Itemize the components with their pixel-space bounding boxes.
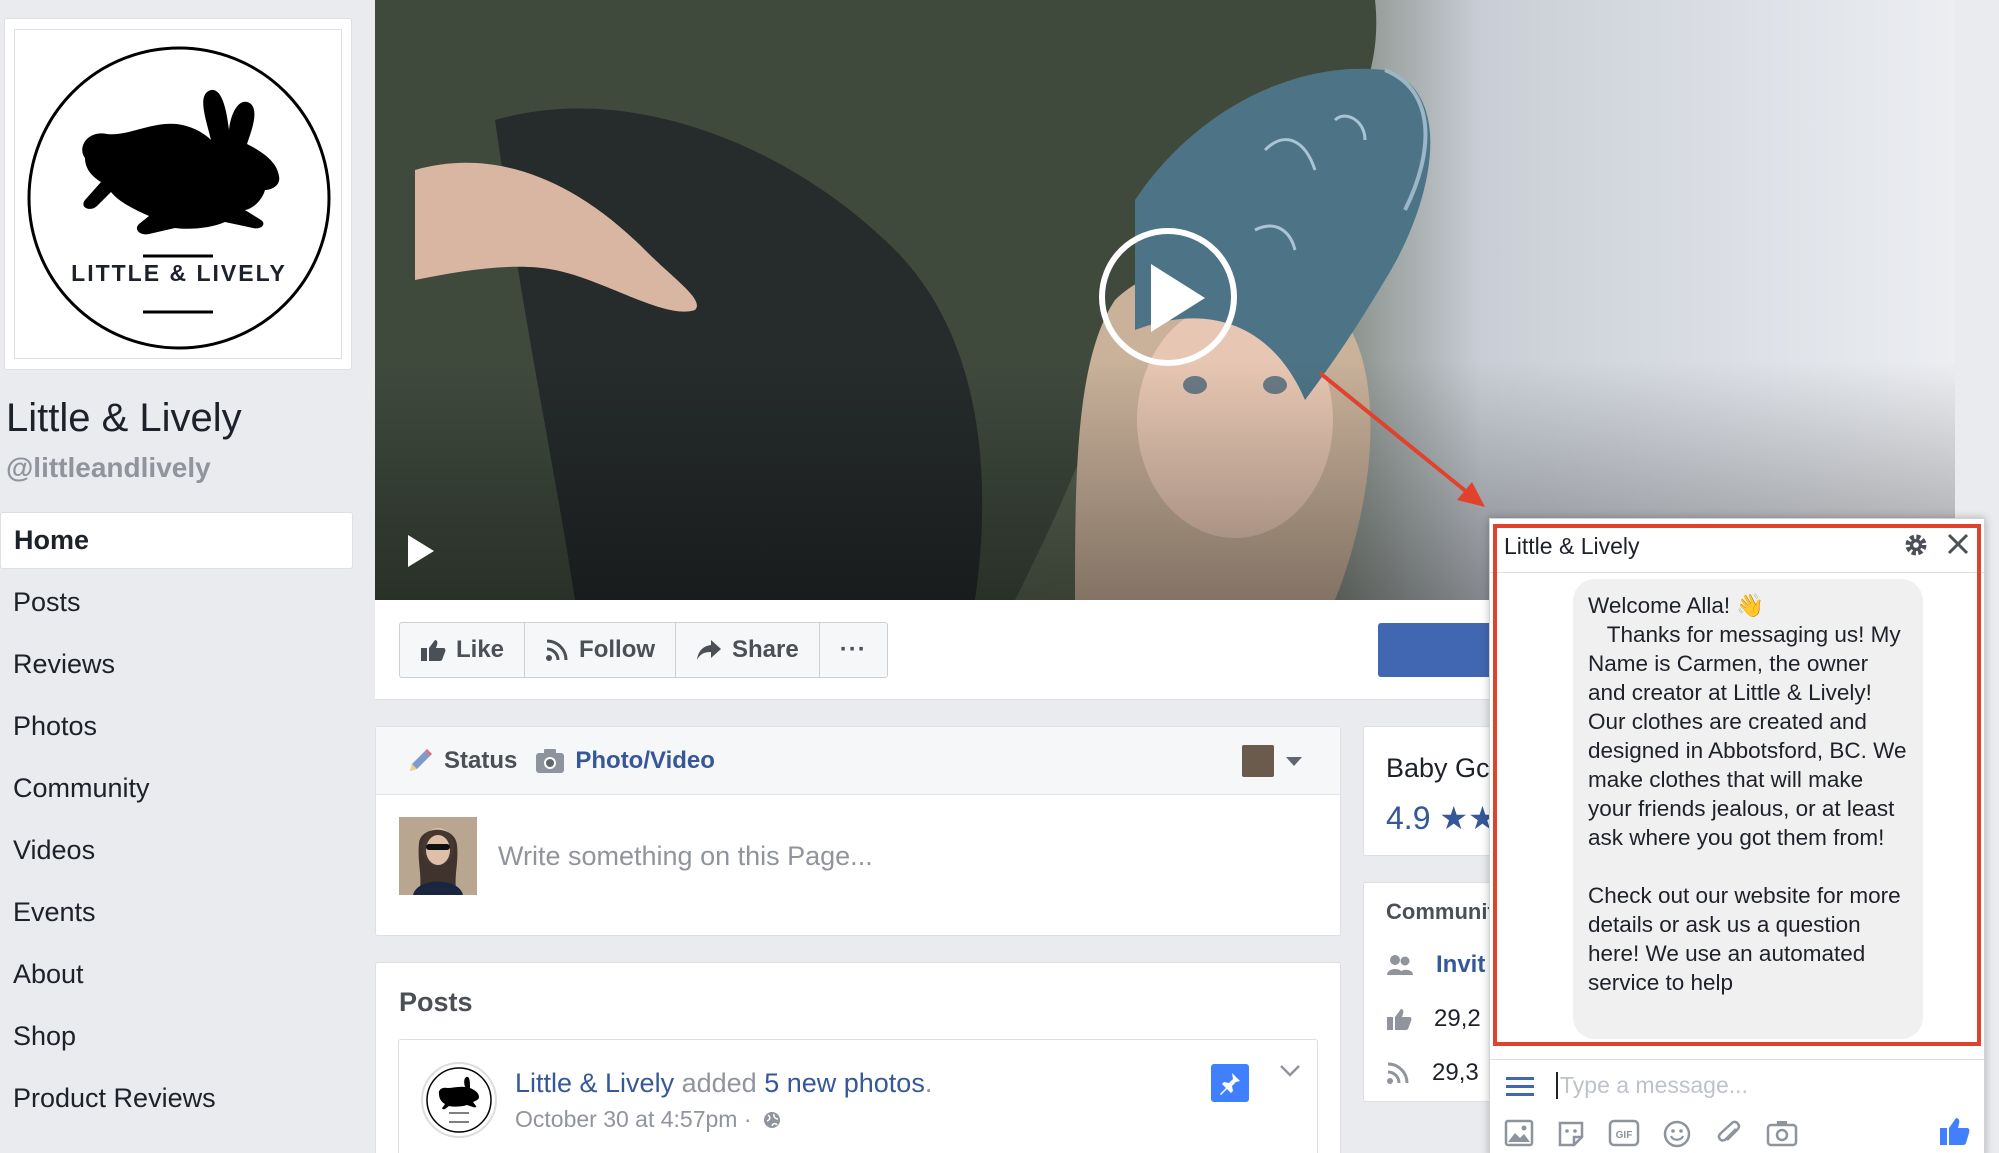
avatar xyxy=(1242,745,1274,777)
camera-icon xyxy=(536,748,565,773)
sidebar-item-reviews[interactable]: Reviews xyxy=(0,636,353,698)
community-title: Communit xyxy=(1386,899,1495,924)
rating-title: Baby Gc xyxy=(1386,753,1490,783)
bunny-logo-icon xyxy=(426,1067,492,1133)
cover-video[interactable] xyxy=(375,0,1955,600)
post-photos-link[interactable]: 5 new photos xyxy=(764,1068,925,1098)
logo-text: LITTLE & LIVELY xyxy=(71,260,287,286)
follow-button[interactable]: Follow xyxy=(525,623,677,677)
posts-section: Posts Little & Lively added 5 new photos… xyxy=(375,962,1341,1153)
sidebar-item-shop[interactable]: Shop xyxy=(0,1008,353,1070)
chat-header[interactable]: Little & Lively xyxy=(1490,519,1984,573)
chat-toolbar: GIF xyxy=(1490,1111,1984,1153)
logo-frame: LITTLE & LIVELY xyxy=(14,29,342,359)
chat-title[interactable]: Little & Lively xyxy=(1504,533,1640,560)
bunny-logo-icon xyxy=(27,46,331,350)
post-author-link[interactable]: Little & Lively xyxy=(515,1068,674,1098)
sidebar-nav: Home Posts Reviews Photos Community Vide… xyxy=(0,512,353,1132)
friends-icon xyxy=(1387,955,1413,975)
tab-status[interactable]: Status xyxy=(406,747,517,775)
likes-count: 29,2 xyxy=(1434,1005,1481,1032)
sidebar-item-events[interactable]: Events xyxy=(0,884,353,946)
sidebar-item-about[interactable]: About xyxy=(0,946,353,1008)
messenger-chat-window: Little & Lively Welcome Alla! 👋 Thanks f… xyxy=(1489,518,1985,1153)
gif-icon[interactable]: GIF xyxy=(1608,1119,1640,1147)
close-icon[interactable] xyxy=(1945,531,1971,557)
menu-icon[interactable] xyxy=(1506,1076,1534,1098)
post-item: Little & Lively added 5 new photos. Octo… xyxy=(398,1039,1318,1153)
pencil-icon xyxy=(410,748,432,771)
follow-label: Follow xyxy=(579,636,656,663)
tab-status-label: Status xyxy=(444,746,518,774)
more-options-button[interactable]: ··· xyxy=(820,623,887,677)
camera-icon[interactable] xyxy=(1766,1119,1798,1147)
play-icon[interactable] xyxy=(408,535,434,567)
chat-message-bubble: Welcome Alla! 👋 Thanks for messaging us!… xyxy=(1573,579,1923,1039)
sidebar-item-videos[interactable]: Videos xyxy=(0,822,353,884)
pin-icon xyxy=(1220,1073,1240,1095)
sidebar-item-home[interactable]: Home xyxy=(0,512,353,569)
invite-link[interactable]: Invit xyxy=(1436,951,1485,979)
globe-icon xyxy=(763,1112,780,1128)
video-play-button[interactable] xyxy=(1099,228,1237,366)
thumbs-up-send-icon[interactable] xyxy=(1938,1115,1970,1147)
sidebar-item-community[interactable]: Community xyxy=(0,760,353,822)
rating-value[interactable]: 4.9 ★★ xyxy=(1386,799,1497,837)
caret-down-icon xyxy=(1286,756,1302,766)
tab-photo-video-label: Photo/Video xyxy=(575,746,715,774)
sidebar-item-photos[interactable]: Photos xyxy=(0,698,353,760)
sidebar-item-posts[interactable]: Posts xyxy=(0,574,353,636)
posts-heading: Posts xyxy=(399,987,473,1017)
thumbs-up-icon xyxy=(421,640,446,661)
like-button[interactable]: Like xyxy=(400,623,526,677)
page-profile-picture[interactable]: LITTLE & LIVELY xyxy=(4,18,352,370)
post-composer: Status Photo/Video Write something on th… xyxy=(375,726,1341,936)
share-label: Share xyxy=(732,636,799,663)
emoji-icon[interactable] xyxy=(1662,1119,1692,1149)
gear-icon[interactable] xyxy=(1902,531,1930,559)
sticker-icon[interactable] xyxy=(1556,1119,1586,1149)
page-handle[interactable]: @littleandlively xyxy=(6,452,211,484)
attachment-icon[interactable] xyxy=(1714,1119,1744,1149)
composer-tabs: Status Photo/Video xyxy=(376,727,1340,795)
likes-count-row: 29,2 xyxy=(1386,1005,1481,1033)
page-title[interactable]: Little & Lively xyxy=(6,396,242,441)
share-arrow-icon xyxy=(697,640,722,660)
sidebar-item-product-reviews[interactable]: Product Reviews xyxy=(0,1070,353,1132)
action-button-group: Like Follow Share ··· xyxy=(399,622,888,678)
post-author-avatar[interactable] xyxy=(421,1062,497,1138)
follows-count: 29,3 xyxy=(1432,1059,1479,1086)
thumbs-up-icon xyxy=(1387,1009,1412,1030)
post-time-text: October 30 at 4:57pm · xyxy=(515,1106,752,1132)
tab-photo-video[interactable]: Photo/Video xyxy=(535,747,715,775)
image-icon[interactable] xyxy=(1504,1119,1534,1147)
share-button[interactable]: Share xyxy=(676,623,820,677)
invite-friends-row[interactable]: Invit xyxy=(1386,951,1485,979)
follows-count-row: 29,3 xyxy=(1386,1059,1479,1087)
composer-input[interactable]: Write something on this Page... xyxy=(498,841,873,872)
svg-text:GIF: GIF xyxy=(1616,1130,1633,1141)
chat-input-row: Type a message... xyxy=(1490,1059,1984,1109)
chat-message-input[interactable]: Type a message... xyxy=(1556,1072,1748,1099)
post-header: Little & Lively added 5 new photos. xyxy=(515,1068,932,1099)
rss-icon xyxy=(546,639,568,661)
pinned-post-button[interactable] xyxy=(1211,1064,1249,1102)
audience-selector[interactable] xyxy=(1242,745,1302,777)
post-timestamp[interactable]: October 30 at 4:57pm · xyxy=(515,1106,782,1133)
rss-icon xyxy=(1387,1062,1409,1084)
user-avatar xyxy=(399,817,477,895)
like-label: Like xyxy=(456,636,505,663)
chevron-down-icon[interactable] xyxy=(1279,1064,1301,1078)
post-period: . xyxy=(924,1068,933,1098)
post-action-text: added xyxy=(681,1068,757,1098)
